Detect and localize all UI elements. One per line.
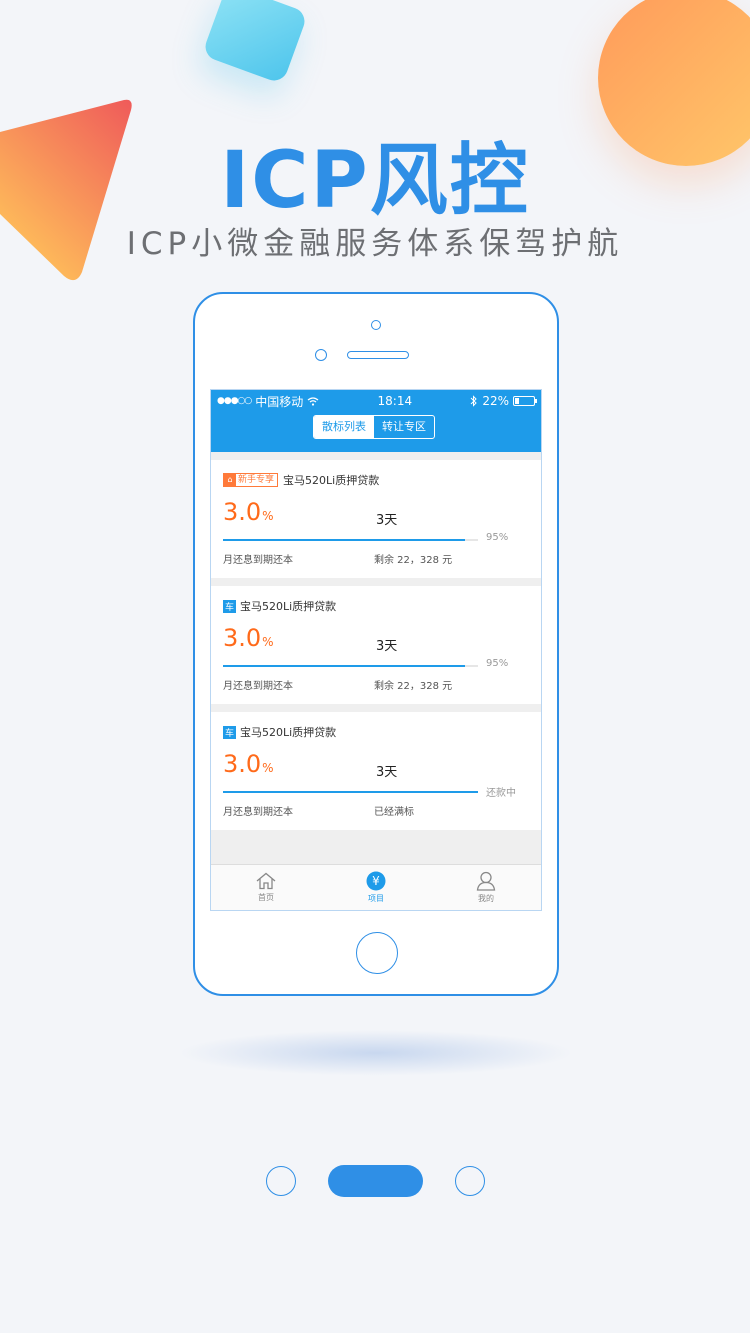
loan-title: 宝马520Li质押贷款	[240, 600, 337, 613]
battery-percent: 22%	[482, 394, 509, 408]
user-icon	[476, 871, 496, 891]
interest-rate: 3.0%	[223, 624, 274, 652]
tab-mine-label: 我的	[478, 894, 494, 903]
loan-title-row: 车宝马520Li质押贷款	[223, 598, 336, 614]
status-bar: ●●●○○ 中国移动 18:14 22%	[211, 390, 541, 412]
remaining-amount: 剩余 22，328 元	[374, 681, 453, 692]
hero-title: ICP风控	[220, 136, 530, 226]
status-time: 18:14	[377, 394, 413, 408]
progress-bar	[223, 539, 478, 541]
tab-home-label: 首页	[258, 893, 274, 902]
hero-subtitle: ICP小微金融服务体系保驾护航	[126, 226, 624, 262]
progress-label: 95%	[486, 658, 509, 669]
tab-projects[interactable]: ¥ 项目	[321, 865, 431, 910]
app-header: ●●●○○ 中国移动 18:14 22% 散标列表 转让专区	[211, 390, 541, 452]
segmented-control: 散标列表 转让专区	[313, 415, 435, 439]
wifi-icon	[307, 396, 319, 406]
battery-icon	[512, 396, 537, 406]
new-user-badge: ⌂ 新手专享	[223, 473, 279, 487]
signal-icon: ●●●○○	[217, 396, 252, 406]
remaining-amount: 已经满标	[374, 807, 414, 818]
phone-screen: ●●●○○ 中国移动 18:14 22% 散标列表 转让专区 ⌂ 新手专享 宝马…	[210, 389, 542, 911]
tab-scattered-list[interactable]: 散标列表	[314, 416, 374, 438]
tab-mine[interactable]: 我的	[431, 865, 541, 910]
interest-rate-value: 3.0	[223, 624, 262, 652]
interest-rate-unit: %	[262, 635, 274, 649]
loan-period: 3天	[376, 639, 398, 654]
lock-icon: ⌂	[224, 474, 236, 486]
carrier-label: 中国移动	[255, 394, 304, 409]
interest-rate-value: 3.0	[223, 750, 262, 778]
repay-method: 月还息到期还本	[223, 555, 293, 566]
remaining-amount: 剩余 22，328 元	[374, 555, 453, 566]
progress-fill	[223, 791, 478, 793]
tab-transfer-zone[interactable]: 转让专区	[374, 416, 434, 438]
phone-shadow	[178, 1030, 574, 1076]
bottom-tab-bar: 首页 ¥ 项目 我的	[211, 864, 541, 910]
interest-rate-unit: %	[262, 761, 274, 775]
progress-label: 95%	[486, 532, 509, 543]
tab-projects-label: 项目	[368, 894, 384, 903]
phone-camera	[371, 320, 381, 330]
loan-card[interactable]: ⌂ 新手专享 宝马520Li质押贷款 3.0% 3天 95% 月还息到期还本 剩余 …	[211, 460, 541, 578]
loan-period: 3天	[376, 765, 398, 780]
decorative-square	[201, 0, 309, 85]
loan-title: 宝马520Li质押贷款	[240, 726, 337, 739]
progress-fill	[223, 539, 466, 541]
loan-card[interactable]: 车宝马520Li质押贷款 3.0% 3天 还款中 月还息到期还本 已经满标	[211, 712, 541, 830]
home-icon	[256, 872, 276, 890]
loan-title-row: ⌂ 新手专享 宝马520Li质押贷款	[223, 472, 379, 488]
progress-fill	[223, 665, 466, 667]
loan-period: 3天	[376, 513, 398, 528]
car-badge: 车	[223, 599, 236, 613]
loan-title: 宝马520Li质押贷款	[283, 474, 380, 487]
interest-rate: 3.0%	[223, 750, 274, 778]
phone-home-button	[356, 932, 398, 974]
progress-label: 还款中	[486, 788, 516, 799]
pager-dot-2-active[interactable]	[328, 1165, 423, 1197]
loan-title-row: 车宝马520Li质押贷款	[223, 724, 336, 740]
new-user-badge-label: 新手专享	[238, 475, 275, 485]
phone-sensor	[315, 349, 327, 361]
interest-rate-value: 3.0	[223, 498, 262, 526]
pager-dot-1[interactable]	[266, 1166, 296, 1196]
phone-speaker	[347, 351, 409, 359]
pager-dot-3[interactable]	[455, 1166, 485, 1196]
progress-bar	[223, 665, 478, 667]
repay-method: 月还息到期还本	[223, 681, 293, 692]
loan-card[interactable]: 车宝马520Li质押贷款 3.0% 3天 95% 月还息到期还本 剩余 22，3…	[211, 586, 541, 704]
interest-rate-unit: %	[262, 509, 274, 523]
repay-method: 月还息到期还本	[223, 807, 293, 818]
loan-list: ⌂ 新手专享 宝马520Li质押贷款 3.0% 3天 95% 月还息到期还本 剩余 …	[211, 460, 541, 830]
interest-rate: 3.0%	[223, 498, 274, 526]
yen-icon: ¥	[366, 871, 386, 891]
svg-text:¥: ¥	[372, 874, 380, 888]
progress-bar	[223, 791, 478, 793]
tab-home[interactable]: 首页	[211, 865, 321, 910]
bluetooth-icon	[470, 395, 478, 407]
car-badge: 车	[223, 725, 236, 739]
